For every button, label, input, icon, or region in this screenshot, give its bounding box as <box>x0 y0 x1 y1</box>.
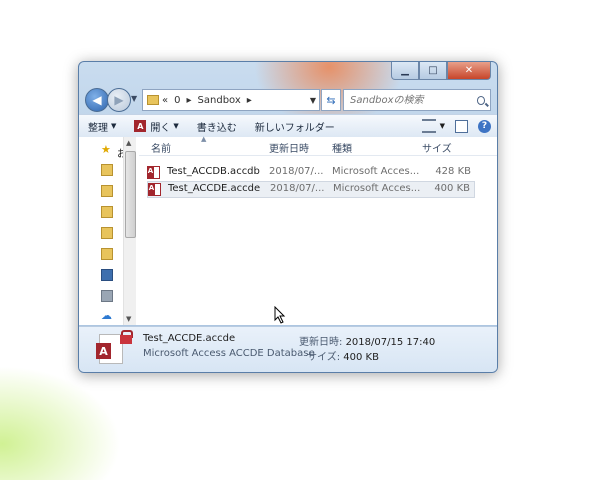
maximize-icon: □ <box>428 65 438 76</box>
minimize-button[interactable]: ▁ <box>391 62 419 80</box>
details-size: サイズ: 400 KB <box>307 348 379 363</box>
file-row[interactable]: Test_ACCDB.accdb 2018/07/... Microsoft A… <box>147 165 475 180</box>
column-type[interactable]: 種類 <box>332 140 352 155</box>
breadcrumb-sep-icon-2[interactable]: ▸ <box>247 95 252 106</box>
nav-tree: ★ ☁ <box>101 144 113 330</box>
organize-button[interactable]: 整理 ▼ <box>79 119 125 134</box>
change-view-icon[interactable] <box>421 119 436 133</box>
maximize-button[interactable]: □ <box>419 62 447 80</box>
sort-ascending-icon: ▲ <box>201 135 207 143</box>
refresh-button[interactable]: ⇆ <box>321 89 341 111</box>
file-type: Microsoft Acces... <box>332 166 420 177</box>
file-size: 428 KB <box>435 166 471 177</box>
access-icon: A <box>134 120 147 132</box>
file-size: 400 KB <box>434 183 470 194</box>
forward-button[interactable]: ▶ <box>107 88 131 112</box>
breadcrumb-current[interactable]: Sandbox <box>198 95 241 106</box>
details-file-type: Microsoft Access ACCDE Database <box>143 348 315 359</box>
open-label: 開く <box>150 122 171 134</box>
details-modified-label: 更新日時: <box>299 337 343 348</box>
preview-pane-icon[interactable] <box>455 119 468 133</box>
column-name[interactable]: 名前 <box>151 140 171 155</box>
recent-pages-dropdown[interactable]: ▼ <box>131 94 137 103</box>
details-size-value: 400 KB <box>343 352 379 363</box>
search-icon[interactable] <box>476 95 485 105</box>
drive-icon[interactable] <box>101 290 113 302</box>
column-size[interactable]: サイズ <box>422 140 452 155</box>
close-button[interactable]: ✕ <box>447 62 491 80</box>
address-dropdown-icon[interactable]: ▼ <box>310 96 316 105</box>
forward-arrow-icon: ▶ <box>114 93 124 107</box>
folder-icon <box>147 95 159 105</box>
back-arrow-icon: ◀ <box>92 93 102 107</box>
downloads-folder-icon[interactable] <box>101 248 113 260</box>
desktop-background <box>0 360 130 480</box>
new-folder-button[interactable]: 新しいフォルダー <box>246 119 344 134</box>
file-row-selected[interactable]: Test_ACCDE.accde 2018/07/... Microsoft A… <box>147 181 475 198</box>
close-icon: ✕ <box>464 65 474 76</box>
caption-buttons: ▁ □ ✕ <box>391 62 491 80</box>
access-file-icon <box>148 183 161 196</box>
search-box[interactable] <box>343 89 491 111</box>
lock-icon-body <box>120 335 132 344</box>
minimize-icon: ▁ <box>401 65 409 76</box>
folder-icon[interactable] <box>101 185 113 197</box>
burn-label: 書き込む <box>196 122 237 134</box>
breadcrumb-sep-icon[interactable]: ▸ <box>187 95 192 106</box>
help-icon[interactable]: ? <box>478 119 491 133</box>
file-list: ▲ 名前 更新日時 種類 サイズ Test_ACCDB.accdb 2018/0… <box>139 135 497 325</box>
column-modified[interactable]: 更新日時 <box>269 140 309 155</box>
favorites-star-icon[interactable]: ★ <box>101 144 111 155</box>
content-area: ★ ☁ お ▲ ▼ ▲ 名前 更新日時 種類 サイズ A Test_ACCDB.… <box>79 135 497 325</box>
desktop-icon[interactable] <box>101 269 113 281</box>
scroll-down-icon[interactable]: ▼ <box>126 315 131 323</box>
file-name: Test_ACCDB.accdb <box>167 166 260 177</box>
address-bar[interactable]: « 0 ▸ Sandbox ▸ ▼ <box>142 89 320 111</box>
breadcrumb-overflow[interactable]: « <box>162 95 168 106</box>
folder-icon[interactable] <box>101 206 113 218</box>
toolbar-right: ▼ ? <box>421 119 497 133</box>
navigation-pane: ★ ☁ お ▲ ▼ <box>79 137 136 325</box>
explorer-window: ▁ □ ✕ ◀ ▶ ▼ « 0 ▸ Sandbox ▸ ▼ ⇆ Sandboxの… <box>78 61 498 373</box>
file-type: Microsoft Acces... <box>333 183 421 194</box>
access-file-icon <box>147 166 160 179</box>
back-button[interactable]: ◀ <box>85 88 109 112</box>
details-file-name: Test_ACCDE.accde <box>143 333 236 344</box>
file-modified: 2018/07/... <box>270 183 325 194</box>
open-button[interactable]: A 開く ▼ <box>125 119 187 134</box>
folder-icon[interactable] <box>101 227 113 239</box>
command-bar: 整理 ▼ A 開く ▼ 書き込む 新しいフォルダー ▼ ? <box>79 114 497 138</box>
details-modified: 更新日時: 2018/07/15 17:40 <box>299 333 435 348</box>
file-name: Test_ACCDE.accde <box>168 183 261 194</box>
details-size-label: サイズ: <box>307 352 341 363</box>
breadcrumb-parent[interactable]: 0 <box>174 95 180 106</box>
organize-label: 整理 <box>88 122 108 134</box>
details-modified-value: 2018/07/15 17:40 <box>345 337 436 348</box>
new-folder-label: 新しいフォルダー <box>254 122 335 134</box>
chevron-down-icon: ▼ <box>173 122 179 130</box>
chevron-down-icon[interactable]: ▼ <box>440 122 445 130</box>
details-pane: A Test_ACCDE.accde Microsoft Access ACCD… <box>79 326 497 372</box>
onedrive-cloud-icon[interactable]: ☁ <box>101 310 112 321</box>
burn-button[interactable]: 書き込む <box>188 119 246 134</box>
navigation-bar: ◀ ▶ ▼ « 0 ▸ Sandbox ▸ ▼ ⇆ <box>85 88 491 112</box>
search-input[interactable] <box>344 93 477 107</box>
nav-scrollbar[interactable]: ▲ ▼ <box>123 137 136 325</box>
scroll-up-icon[interactable]: ▲ <box>126 139 131 147</box>
scroll-thumb[interactable] <box>125 151 136 238</box>
column-header: ▲ 名前 更新日時 種類 サイズ <box>139 135 497 156</box>
mouse-cursor-icon <box>274 306 286 324</box>
refresh-icon: ⇆ <box>326 93 336 107</box>
file-modified: 2018/07/... <box>269 166 324 177</box>
folder-icon[interactable] <box>101 164 113 176</box>
chevron-down-icon: ▼ <box>111 122 117 130</box>
